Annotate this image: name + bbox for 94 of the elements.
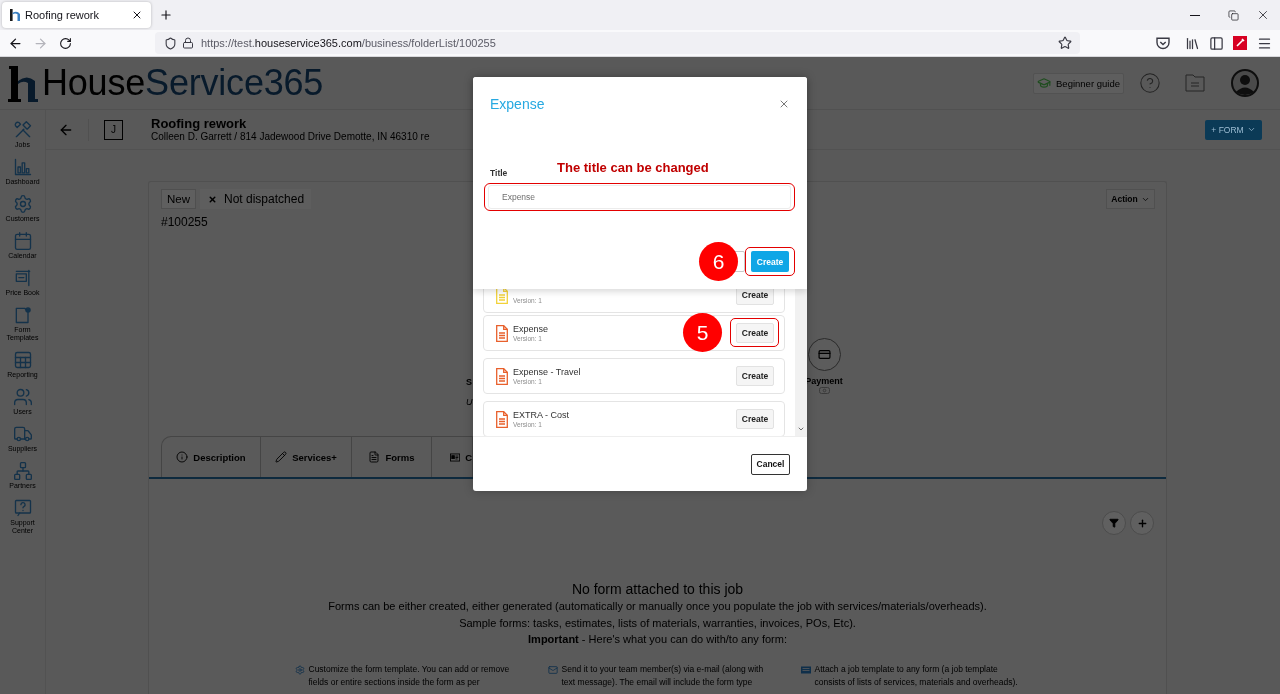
create-button[interactable]: Create xyxy=(736,323,774,343)
scroll-down-icon xyxy=(797,425,805,433)
menu-icon xyxy=(1256,35,1272,51)
title-input[interactable]: Expense xyxy=(488,185,791,209)
close-icon xyxy=(131,9,143,21)
filter-button[interactable] xyxy=(1102,511,1126,535)
feature-text: Attach a job template to any form (a job template consists of lists of services, materials and overheads). xyxy=(814,663,1019,689)
template-name: EXTRA - Cost xyxy=(513,409,569,421)
address-field[interactable]: https://test.houseservice365.com/business/folderList/100255 xyxy=(155,32,1080,54)
cancel-button[interactable]: Cancel xyxy=(751,453,790,475)
feature-text: Customize the form template. You can add or remove fields or entire sections inside the form as per xyxy=(308,663,511,689)
template-name: Expense xyxy=(513,323,549,335)
create-button[interactable]: Create xyxy=(751,251,789,272)
plus-icon xyxy=(159,8,173,22)
avatar-button[interactable] xyxy=(1231,69,1259,97)
tab[interactable]: Forms xyxy=(352,436,432,477)
forward-arrow-icon xyxy=(32,35,48,51)
reload-icon xyxy=(58,36,72,50)
info-text: Forms can be either created, either generated (automatically or manually once you populate the job with services/materials/overheads). xyxy=(327,599,988,614)
create-button[interactable]: Create xyxy=(736,289,774,305)
dispatch-label: Not dispatched xyxy=(224,192,305,206)
number-badge: 5 xyxy=(683,313,722,352)
filter-icon xyxy=(1109,518,1119,528)
job-subtitle: Colleen D. Garrett / 814 Jadewood Drive Demotte, IN 46310 re xyxy=(151,131,430,143)
logo-icon xyxy=(8,64,40,102)
extension-icon xyxy=(1233,36,1247,50)
status-badge: New xyxy=(161,189,196,209)
graduation-cap-icon xyxy=(1037,76,1052,90)
new-tab-button[interactable] xyxy=(158,7,174,23)
bar-chart-icon xyxy=(12,157,33,177)
banknote-icon xyxy=(818,387,830,394)
spreadsheet-icon xyxy=(12,350,33,370)
library-icon xyxy=(1184,35,1200,51)
browser-tab[interactable]: Roofing rework xyxy=(2,2,151,28)
caret-icon xyxy=(1246,125,1256,134)
feature-text: Send it to your team member(s) via e-mail (along with text message). The email will include the form type xyxy=(561,663,765,689)
shield-icon xyxy=(164,36,177,50)
calendar-icon xyxy=(12,231,33,251)
tab[interactable]: Description xyxy=(161,436,261,477)
credit-card-icon xyxy=(817,348,831,361)
job-number: #100255 xyxy=(161,216,209,228)
close-button[interactable] xyxy=(778,98,790,110)
dialog-title: Expense xyxy=(490,96,545,112)
plus-icon xyxy=(1136,517,1148,529)
add-button[interactable] xyxy=(1130,511,1154,535)
logo-text: HouseService365 xyxy=(42,62,324,104)
field-label: Title xyxy=(490,167,508,179)
info-text: Important - Here's what you can do with/to any form: xyxy=(527,632,788,647)
document-icon xyxy=(368,451,381,463)
sidebar-icon xyxy=(1208,35,1224,51)
step-button[interactable] xyxy=(807,338,841,371)
help-icon xyxy=(12,498,33,518)
action-button[interactable]: Action xyxy=(1106,189,1155,209)
avatar-icon xyxy=(1231,69,1259,97)
gear-icon xyxy=(12,194,33,214)
annotation-note: The title can be changed xyxy=(557,160,709,175)
create-button[interactable]: Create xyxy=(736,366,774,386)
tools-icon xyxy=(12,120,33,140)
close-icon xyxy=(1256,8,1270,22)
network-icon xyxy=(12,461,33,481)
pencil-icon xyxy=(275,451,288,463)
info-icon xyxy=(176,451,189,463)
info-text: Sample forms: tasks, estimates, lists of materials, warranties, invoices, POs, Etc). xyxy=(458,615,857,631)
folder-icon xyxy=(1185,74,1205,92)
beginner-guide-button[interactable]: Beginner guide xyxy=(1033,72,1124,94)
empty-state-title: No form attached to this job xyxy=(570,581,745,598)
close-icon xyxy=(778,98,790,110)
users-icon xyxy=(12,387,33,407)
card-icon xyxy=(800,664,811,675)
restore-icon xyxy=(1227,9,1239,21)
minimize-icon xyxy=(1190,14,1200,16)
job-type-badge: J xyxy=(104,119,123,140)
chevron-badge-icon xyxy=(1156,36,1170,50)
step-note: U xyxy=(466,397,473,408)
help-button[interactable] xyxy=(1139,72,1161,94)
bookmark-button[interactable] xyxy=(1056,34,1074,52)
job-title: Roofing rework xyxy=(151,116,248,131)
truck-icon xyxy=(12,424,33,444)
mail-icon xyxy=(547,664,558,675)
create-button[interactable]: Create xyxy=(736,409,774,429)
star-icon xyxy=(1058,36,1072,50)
gear-icon xyxy=(294,664,305,675)
id-card-icon xyxy=(450,451,461,463)
lock-icon xyxy=(182,37,194,49)
site-logo-icon xyxy=(10,9,20,21)
url-text: https://test.houseservice365.com/business/folderList/100255 xyxy=(201,37,497,49)
add-form-button[interactable]: + FORM xyxy=(1205,119,1262,140)
cross-icon xyxy=(208,194,217,204)
step-label: S xyxy=(466,377,473,388)
template-name: Expense - Travel xyxy=(513,366,581,378)
help-icon xyxy=(1139,72,1161,94)
number-badge: 6 xyxy=(699,242,738,281)
tab[interactable]: C xyxy=(432,436,473,477)
tab[interactable]: Services+ xyxy=(261,436,352,477)
